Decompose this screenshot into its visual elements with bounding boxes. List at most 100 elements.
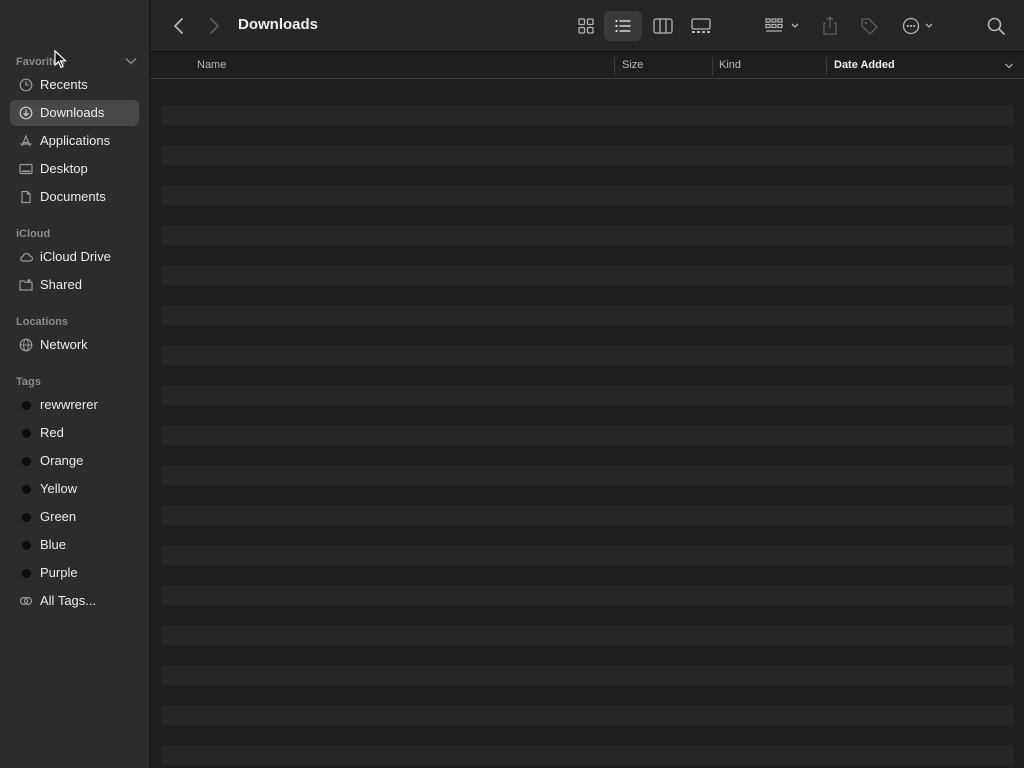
- sidebar-item-shared[interactable]: Shared: [10, 272, 139, 298]
- column-view-button[interactable]: [644, 11, 682, 41]
- toolbar: Downloads: [151, 0, 1024, 52]
- column-divider[interactable]: [614, 57, 615, 75]
- column-header-size[interactable]: Size: [622, 59, 643, 71]
- tag-icon: [861, 18, 878, 35]
- column-divider[interactable]: [826, 57, 827, 75]
- sidebar-item-all-tags[interactable]: All Tags...: [10, 588, 139, 614]
- table-row: [161, 625, 1014, 645]
- sidebar-item-label: Shared: [40, 277, 82, 292]
- sidebar-item-desktop[interactable]: Desktop: [10, 156, 139, 182]
- gallery-icon: [691, 18, 711, 33]
- sidebar-item-label: Orange: [40, 453, 84, 468]
- sidebar-item-label: Applications: [40, 133, 111, 148]
- sidebar-item-network[interactable]: Network: [10, 332, 139, 358]
- tag-dot-icon: [22, 485, 31, 494]
- sidebar-item-documents[interactable]: Documents: [10, 184, 139, 210]
- sidebar-item-applications[interactable]: Applications: [10, 128, 139, 154]
- share-button[interactable]: [819, 12, 841, 40]
- all-tags-icon: [19, 594, 33, 608]
- sidebar-item-label: Network: [40, 337, 88, 352]
- sidebar-item-tag-rewwrerer[interactable]: rewwrerer: [10, 392, 139, 418]
- group-icon: [765, 18, 799, 32]
- sidebar-item-label: Downloads: [40, 105, 105, 120]
- tag-dot-icon: [22, 513, 31, 522]
- cloud-icon: [19, 250, 33, 264]
- desktop-icon: [19, 162, 33, 176]
- chevron-down-icon[interactable]: [124, 54, 138, 68]
- applications-icon: [19, 134, 33, 148]
- sidebar-item-label: Green: [40, 509, 77, 524]
- table-row: [161, 145, 1014, 165]
- icloud-header: iCloud: [16, 228, 51, 240]
- tag-dot-icon: [22, 569, 31, 578]
- table-row: [161, 305, 1014, 325]
- table-row: [161, 745, 1014, 765]
- table-row: [161, 545, 1014, 565]
- sidebar-item-tag-blue[interactable]: Blue: [10, 532, 139, 558]
- back-button[interactable]: [169, 12, 189, 40]
- column-header-kind[interactable]: Kind: [719, 59, 741, 71]
- sidebar-item-tag-red[interactable]: Red: [10, 420, 139, 446]
- column-header-date-added[interactable]: Date Added: [834, 59, 895, 71]
- forward-button[interactable]: [204, 12, 224, 40]
- tag-dot-icon: [22, 457, 31, 466]
- window-title: Downloads: [238, 16, 319, 33]
- sidebar-item-recents[interactable]: Recents: [10, 72, 139, 98]
- search-icon: [987, 17, 1005, 35]
- table-row: [161, 465, 1014, 485]
- table-row: [161, 385, 1014, 405]
- sidebar-item-label: rewwrerer: [40, 397, 98, 412]
- sidebar-item-label: Documents: [40, 189, 106, 204]
- tags-button[interactable]: [858, 12, 880, 40]
- columns-icon: [653, 18, 673, 34]
- tag-dot-icon: [22, 401, 31, 410]
- sidebar-item-label: Purple: [40, 565, 78, 580]
- document-icon: [19, 190, 33, 204]
- sort-chevron-icon[interactable]: [1004, 61, 1014, 74]
- table-row: [161, 105, 1014, 125]
- sidebar: Favorites Recents Downloads Applications: [0, 0, 150, 768]
- icon-view-button[interactable]: [567, 11, 605, 41]
- table-row: [161, 705, 1014, 725]
- table-row: [161, 505, 1014, 525]
- sidebar-item-label: Recents: [40, 77, 88, 92]
- locations-header: Locations: [16, 316, 68, 328]
- tag-dot-icon: [22, 429, 31, 438]
- sidebar-item-label: Yellow: [40, 481, 78, 496]
- sidebar-item-tag-green[interactable]: Green: [10, 504, 139, 530]
- sidebar-item-label: Red: [40, 425, 64, 440]
- clock-icon: [19, 78, 33, 92]
- globe-icon: [19, 338, 33, 352]
- sidebar-item-tag-orange[interactable]: Orange: [10, 448, 139, 474]
- mouse-pointer-icon: [54, 49, 68, 75]
- list-icon: [615, 19, 631, 33]
- table-row: [161, 345, 1014, 365]
- table-row: [161, 185, 1014, 205]
- more-actions-button[interactable]: [899, 12, 939, 40]
- share-icon: [823, 16, 837, 35]
- shared-folder-icon: [19, 278, 33, 292]
- finder-window: Favorites Recents Downloads Applications: [0, 0, 1024, 768]
- ellipsis-circle-icon: [902, 17, 933, 35]
- grid-icon: [578, 18, 594, 34]
- sidebar-item-tag-purple[interactable]: Purple: [10, 560, 139, 586]
- table-row: [161, 585, 1014, 605]
- main-pane: Downloads Name Size Kind Date Added: [151, 0, 1024, 768]
- group-by-button[interactable]: [763, 12, 803, 40]
- table-row: [161, 225, 1014, 245]
- sidebar-item-label: Desktop: [40, 161, 88, 176]
- table-row: [161, 265, 1014, 285]
- sidebar-item-downloads[interactable]: Downloads: [10, 100, 139, 126]
- list-view-button[interactable]: [604, 11, 642, 41]
- table-row: [161, 665, 1014, 685]
- sidebar-item-icloud-drive[interactable]: iCloud Drive: [10, 244, 139, 270]
- column-divider[interactable]: [712, 57, 713, 75]
- column-header-bar: Name Size Kind Date Added: [151, 53, 1024, 79]
- sidebar-item-label: Blue: [40, 537, 67, 552]
- gallery-view-button[interactable]: [682, 11, 720, 41]
- column-header-name[interactable]: Name: [197, 59, 226, 71]
- search-button[interactable]: [985, 12, 1007, 40]
- download-circle-icon: [19, 106, 33, 120]
- sidebar-item-label: All Tags...: [40, 593, 97, 608]
- sidebar-item-tag-yellow[interactable]: Yellow: [10, 476, 139, 502]
